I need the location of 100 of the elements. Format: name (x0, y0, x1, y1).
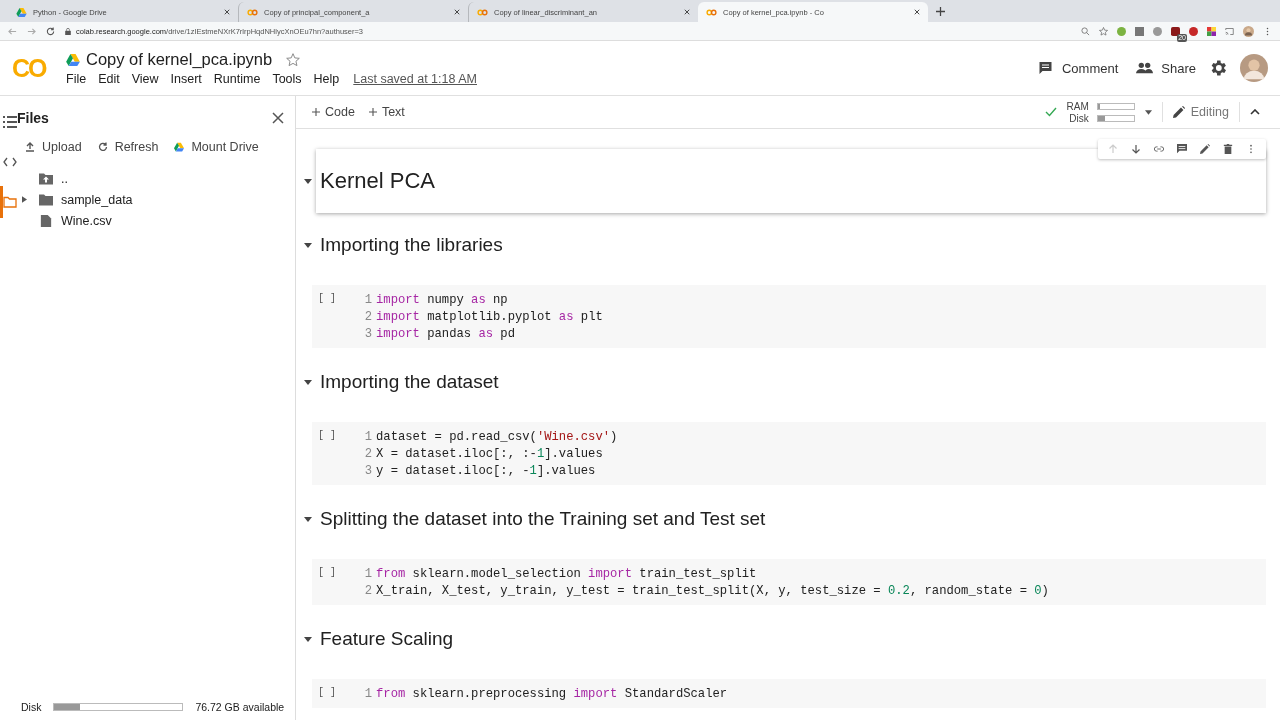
sidebar-tab[interactable] (0, 186, 17, 218)
cast-icon[interactable] (1225, 26, 1234, 36)
file-icon (39, 214, 53, 227)
new-tab-icon[interactable] (936, 7, 945, 16)
star-icon[interactable] (286, 52, 301, 67)
last-saved-link[interactable]: Last saved at 1:18 AM (353, 72, 477, 86)
text-cell[interactable]: Kernel PCA (316, 149, 1266, 213)
code-line: import matplotlib.pyplot as plt (376, 309, 603, 324)
caret-icon[interactable] (304, 178, 312, 184)
run-status[interactable]: [ ] (318, 428, 358, 479)
colab-logo-icon (706, 7, 717, 17)
section-heading: Importing the dataset (320, 371, 499, 393)
menu-item[interactable]: Help (313, 72, 340, 86)
disk-reading: 76.72 GB available (195, 701, 285, 713)
lock-icon (65, 27, 71, 35)
share-button[interactable]: Share (1136, 60, 1196, 76)
plus-icon (368, 108, 377, 116)
link-icon[interactable] (1154, 144, 1164, 154)
close-icon[interactable] (684, 9, 690, 15)
caret-icon[interactable] (304, 242, 312, 248)
zoom-icon[interactable] (1081, 26, 1090, 36)
close-icon[interactable] (914, 9, 920, 15)
code-cell[interactable]: [ ] 1 from sklearn.preprocessing import StandardScaler (312, 679, 1266, 708)
file-name[interactable]: Wine.csv (61, 213, 112, 228)
menu-item[interactable]: View (131, 72, 159, 86)
extension-icon[interactable] (1207, 26, 1216, 36)
pencil-icon (1172, 106, 1185, 118)
close-icon[interactable] (272, 112, 285, 124)
code-line: import numpy as np (376, 292, 508, 307)
run-status[interactable]: [ ] (318, 685, 358, 702)
file-name[interactable]: sample_data (61, 192, 133, 207)
code-line: import pandas as pd (376, 326, 515, 341)
dropdown-icon[interactable] (1144, 109, 1152, 115)
drive-icon (66, 53, 80, 66)
list-icon (3, 116, 17, 128)
pencil-icon[interactable] (1200, 144, 1210, 154)
menu-item[interactable]: Runtime (213, 72, 261, 86)
section-heading: Importing the libraries (320, 234, 503, 256)
code-cell[interactable]: [ ] 1 import numpy as np 2 import matplotlib.pyplot as plt 3 import pandas as pd (312, 285, 1266, 348)
code-cell[interactable]: [ ] 1 dataset = pd.read_csv('Wine.csv') 2 X = dataset.iloc[:, :-1].values 3 y = dataset.iloc[:, -1].values (312, 422, 1266, 485)
section-heading: Splitting the dataset into the Training set and Test set (320, 508, 766, 530)
add-code-button[interactable]: Code (312, 105, 355, 119)
drive-button[interactable]: Mount Drive (174, 140, 259, 154)
avatar-icon[interactable] (1243, 25, 1254, 37)
trash-icon[interactable] (1223, 144, 1233, 154)
upload-icon (25, 142, 35, 152)
line-number: 1 (363, 429, 372, 444)
refresh-button[interactable]: Refresh (97, 140, 159, 154)
close-icon[interactable] (224, 9, 230, 15)
star-icon[interactable] (1099, 26, 1108, 36)
text-cell[interactable]: Importing the libraries (304, 221, 1266, 269)
collapse-icon[interactable] (1250, 109, 1260, 115)
line-number: 2 (363, 446, 372, 461)
menu-item[interactable]: File (66, 72, 87, 86)
code-icon (3, 156, 17, 168)
colab-logo-icon (247, 7, 258, 17)
text-cell[interactable]: Feature Scaling (304, 615, 1266, 663)
run-status[interactable]: [ ] (318, 291, 358, 342)
code-line: X_train, X_test, y_train, y_test = train_test_split(X, y, test_size = 0.2, random_state = 0) (376, 583, 1049, 598)
file-name[interactable]: .. (61, 171, 68, 186)
line-number: 3 (363, 463, 372, 478)
comment-icon[interactable] (1177, 144, 1187, 154)
caret-icon[interactable] (304, 636, 312, 642)
comment-button[interactable]: Comment (1036, 60, 1119, 76)
menu-item[interactable]: Edit (98, 72, 120, 86)
notebook-title[interactable]: Copy of kernel_pca.ipynb (86, 50, 273, 69)
check-icon (1044, 107, 1057, 117)
section-heading: Kernel PCA (320, 168, 435, 194)
code-line: from sklearn.preprocessing import StandardScaler (376, 686, 728, 701)
line-number: 3 (363, 326, 372, 341)
menu-item[interactable]: Insert (170, 72, 202, 86)
menu-item[interactable]: Tools (272, 72, 302, 86)
expand-icon[interactable] (21, 196, 27, 203)
folder-icon (3, 196, 17, 208)
text-cell[interactable]: Importing the dataset (304, 358, 1266, 406)
caret-icon[interactable] (304, 516, 312, 522)
caret-icon[interactable] (304, 379, 312, 385)
arrow-down-icon[interactable] (1131, 144, 1141, 154)
line-number: 1 (363, 292, 372, 307)
ram-label: RAM (1066, 100, 1089, 112)
text-cell[interactable]: Splitting the dataset into the Training set and Test set (304, 495, 1266, 543)
run-status[interactable]: [ ] (318, 565, 358, 599)
reload-icon[interactable] (46, 26, 55, 36)
panel-title: Files (17, 110, 49, 126)
code-cell[interactable]: [ ] 1 from sklearn.model_selection import train_test_split 2 X_train, X_test, y_train, y_test = train_test_split(X, y, test_size = 0.2, random_state = 0) (312, 559, 1266, 605)
section-heading: Feature Scaling (320, 628, 454, 650)
refresh-icon (97, 142, 108, 152)
upload-button[interactable]: Upload (25, 140, 82, 154)
plus-icon (312, 108, 320, 116)
parent-folder-icon (39, 172, 53, 185)
line-number: 1 (363, 686, 372, 701)
close-icon[interactable] (454, 9, 460, 15)
folder-icon (39, 193, 53, 206)
drive-icon (16, 7, 27, 17)
line-number: 2 (363, 309, 372, 324)
add-text-button[interactable]: Text (368, 105, 405, 119)
editing-button[interactable]: Editing (1172, 105, 1229, 119)
avatar-icon[interactable] (1240, 54, 1268, 82)
line-number: 2 (363, 583, 372, 598)
disk-label: Disk (1069, 112, 1089, 124)
